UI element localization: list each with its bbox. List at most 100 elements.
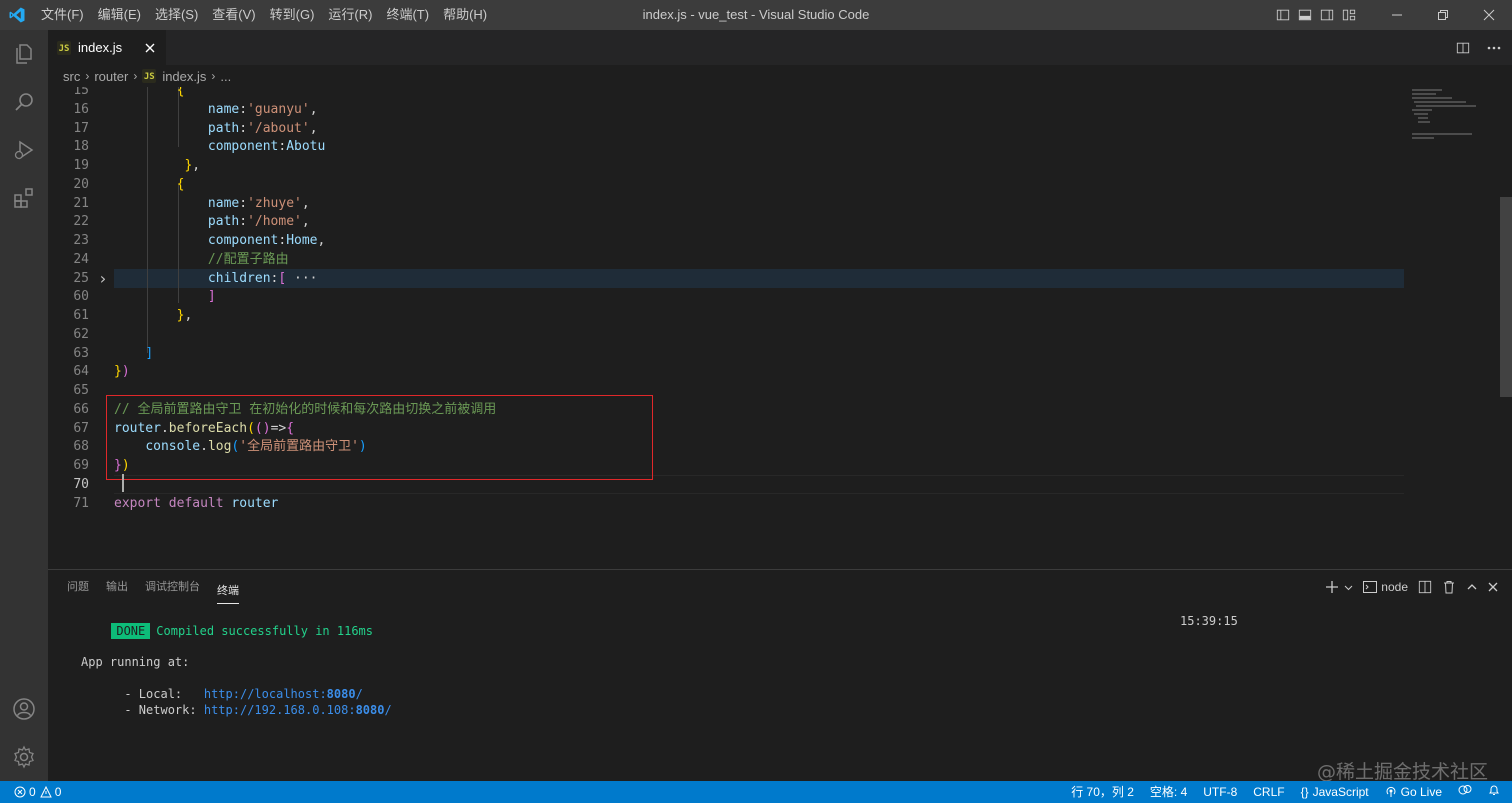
code-text: }) (114, 458, 130, 473)
code-line[interactable]: 71 export default router (48, 494, 1404, 513)
editor-actions (1450, 30, 1512, 65)
search-icon[interactable] (0, 78, 48, 126)
toggle-panel-icon[interactable] (1294, 0, 1316, 30)
code-line[interactable]: 67 router.beforeEach(()=>{ (48, 419, 1404, 438)
code-line[interactable]: 19 }, (48, 156, 1404, 175)
menu-selection[interactable]: 选择(S) (148, 0, 205, 30)
code-text: ] (145, 346, 154, 361)
minimap[interactable] (1410, 87, 1500, 569)
panel-tabs: 问题 输出 调试控制台 终端 (48, 570, 249, 604)
code-line[interactable]: 21 name:'zhuye', (48, 194, 1404, 213)
toggle-secondary-sidebar-icon[interactable] (1316, 0, 1338, 30)
breadcrumb-symbol[interactable]: ... (220, 69, 231, 84)
terminal-instance[interactable]: node (1358, 570, 1413, 604)
problems-status[interactable]: 0 0 (10, 781, 65, 803)
minimap-line (1414, 101, 1466, 103)
tab-terminal[interactable]: 终端 (217, 578, 239, 604)
toggle-sidebar-icon[interactable] (1272, 0, 1294, 30)
maximize-panel-icon[interactable] (1461, 570, 1483, 604)
code-line[interactable]: 16 name:'guanyu', (48, 100, 1404, 119)
restore-icon[interactable] (1420, 0, 1466, 30)
code-line[interactable]: 61 }, (48, 306, 1404, 325)
code-line[interactable]: 60 ] (48, 287, 1404, 306)
encoding[interactable]: UTF-8 (1195, 781, 1245, 803)
explorer-icon[interactable] (0, 30, 48, 78)
close-icon[interactable] (142, 40, 158, 56)
breadcrumb-src[interactable]: src (63, 69, 80, 84)
trash-icon[interactable] (1437, 570, 1461, 604)
line-number: 17 (73, 121, 89, 136)
close-window-icon[interactable] (1466, 0, 1512, 30)
terminal[interactable]: DONE Compiled successfully in 116ms 15:39… (48, 604, 1512, 782)
code-line[interactable]: 15 { (48, 87, 1404, 100)
minimize-icon[interactable] (1374, 0, 1420, 30)
line-ending[interactable]: CRLF (1245, 781, 1292, 803)
go-live-button[interactable]: Go Live (1377, 781, 1450, 803)
scrollbar-thumb[interactable] (1500, 197, 1512, 397)
code-line[interactable]: 22 path:'/home', (48, 212, 1404, 231)
tab-label: index.js (78, 40, 123, 55)
code-line[interactable]: 63 ] (48, 344, 1404, 363)
tab-debug-console[interactable]: 调试控制台 (145, 570, 200, 604)
code-line[interactable]: 68 console.log('全局前置路由守卫') (48, 437, 1404, 456)
code-line[interactable]: 64}) (48, 362, 1404, 381)
code-line[interactable]: 23 component:Home, (48, 231, 1404, 250)
code-line[interactable]: 18 component:Abotu (48, 137, 1404, 156)
split-terminal-icon[interactable] (1413, 570, 1437, 604)
feedback-icon[interactable] (1450, 781, 1480, 803)
menu-run[interactable]: 运行(R) (321, 0, 379, 30)
code-text: }, (176, 308, 193, 323)
terminal-timestamp: 15:39:15 (1180, 614, 1238, 628)
code-line[interactable]: 69}) (48, 456, 1404, 475)
line-number: 65 (73, 383, 89, 398)
extensions-icon[interactable] (0, 174, 48, 222)
code-line[interactable]: 66 // 全局前置路由守卫 在初始化的时候和每次路由切换之前被调用 (48, 400, 1404, 419)
menu-file[interactable]: 文件(F) (34, 0, 91, 30)
split-editor-icon[interactable] (1450, 30, 1476, 65)
indentation[interactable]: 空格: 4 (1142, 781, 1195, 803)
code-line[interactable]: 17 path:'/about', (48, 119, 1404, 138)
menu-edit[interactable]: 编辑(E) (91, 0, 148, 30)
error-icon (14, 786, 26, 798)
breadcrumb-router[interactable]: router (94, 69, 128, 84)
tab-problems[interactable]: 问题 (67, 570, 89, 604)
line-number: 21 (73, 196, 89, 211)
terminal-line: - Local: http://localhost:8080/ (81, 670, 362, 701)
line-number: 71 (73, 496, 89, 511)
cursor-position[interactable]: 行 70，列 2 (1063, 781, 1142, 803)
code-line[interactable]: 65 (48, 381, 1404, 400)
menu-go[interactable]: 转到(G) (263, 0, 322, 30)
code-text: //配置子路由 (207, 252, 289, 267)
line-number: 63 (73, 346, 89, 361)
breadcrumb-file[interactable]: index.js (162, 69, 206, 84)
code-line[interactable]: 24 //配置子路由 (48, 250, 1404, 269)
code-line[interactable]: 20 { (48, 175, 1404, 194)
more-actions-icon[interactable] (1476, 30, 1512, 65)
status-bar: 0 0 行 70，列 2 空格: 4 UTF-8 CRLF {} JavaScri… (0, 781, 1512, 803)
new-terminal-icon[interactable] (1320, 570, 1344, 604)
network-url[interactable]: http://192.168.0.108:8080/ (204, 703, 392, 717)
vertical-scrollbar[interactable] (1498, 87, 1512, 569)
language-mode[interactable]: {} JavaScript (1293, 781, 1377, 803)
fold-chevron-icon[interactable]: › (98, 269, 108, 288)
code-editor[interactable]: 15 {16 name:'guanyu', 17 path:'/about', 18… (48, 87, 1512, 569)
tab-index-js[interactable]: JS index.js (48, 30, 166, 65)
gear-icon[interactable] (0, 733, 48, 781)
notifications-icon[interactable] (1480, 781, 1512, 803)
account-icon[interactable] (0, 685, 48, 733)
menu-terminal[interactable]: 终端(T) (379, 0, 436, 30)
go-live-label: Go Live (1400, 785, 1442, 799)
terminal-icon (1363, 581, 1378, 593)
code-text: // 全局前置路由守卫 在初始化的时候和每次路由切换之前被调用 (114, 402, 497, 417)
warning-icon (39, 786, 52, 798)
code-line[interactable]: 70 (48, 475, 1404, 494)
chevron-down-icon[interactable] (1344, 570, 1358, 604)
customize-layout-icon[interactable] (1338, 0, 1360, 30)
menu-help[interactable]: 帮助(H) (436, 0, 494, 30)
tab-output[interactable]: 输出 (106, 570, 128, 604)
code-line[interactable]: 62 (48, 325, 1404, 344)
run-debug-icon[interactable] (0, 126, 48, 174)
close-panel-icon[interactable] (1483, 570, 1512, 604)
menu-view[interactable]: 查看(V) (205, 0, 262, 30)
code-line[interactable]: 25 › children:[ ··· (48, 269, 1404, 288)
